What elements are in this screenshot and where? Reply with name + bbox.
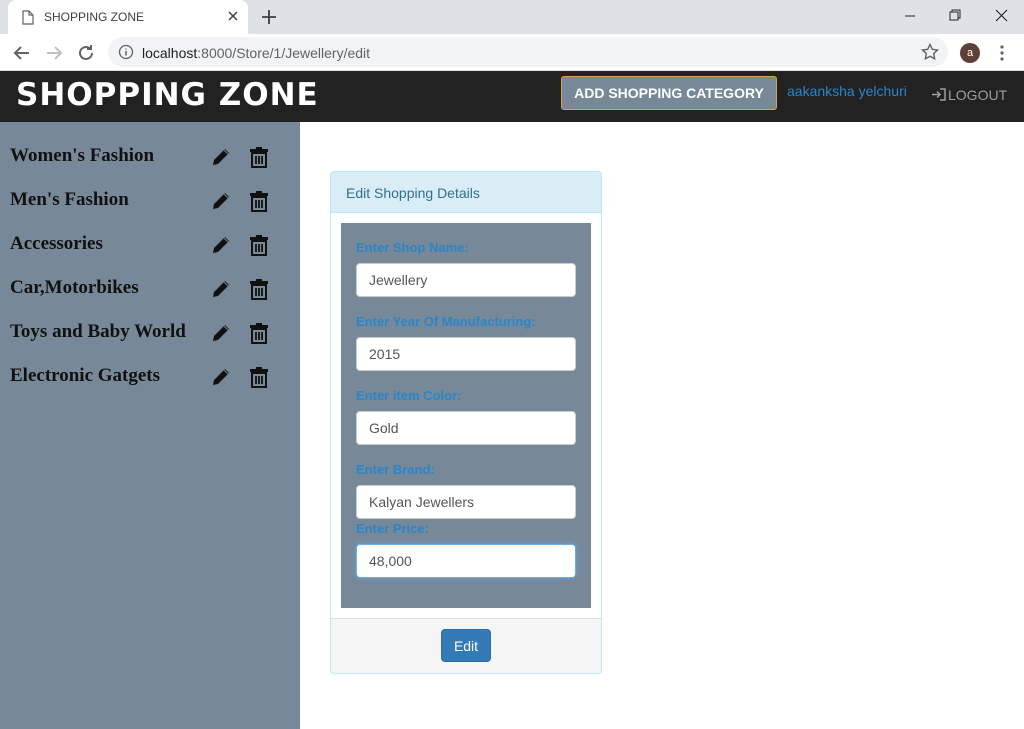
pencil-icon[interactable]: [210, 234, 232, 256]
pencil-icon[interactable]: [210, 146, 232, 168]
sidebar-item-electronic-gatgets[interactable]: Electronic Gatgets: [10, 362, 290, 392]
pencil-icon[interactable]: [210, 322, 232, 344]
shop-name-label: Enter Shop Name:: [356, 240, 469, 255]
url-host: localhost: [142, 45, 198, 61]
price-input[interactable]: [356, 544, 576, 578]
address-bar[interactable]: localhost:8000/Store/1/Jewellery/edit: [108, 37, 948, 67]
panel-heading: Edit Shopping Details: [331, 172, 601, 213]
item-color-input[interactable]: [356, 411, 576, 445]
trash-icon[interactable]: [248, 277, 270, 301]
category-sidebar: Women's Fashion Men's Fashion Accessorie…: [0, 122, 300, 729]
minimize-icon[interactable]: [896, 4, 924, 28]
shop-name-input[interactable]: [356, 263, 576, 297]
bookmark-star-icon[interactable]: [920, 42, 940, 62]
edit-submit-button[interactable]: Edit: [441, 629, 491, 662]
sidebar-item-womens-fashion[interactable]: Women's Fashion: [10, 142, 290, 172]
sidebar-item-car-motorbikes[interactable]: Car,Motorbikes: [10, 274, 290, 304]
restore-icon[interactable]: [941, 4, 969, 28]
trash-icon[interactable]: [248, 321, 270, 345]
trash-icon[interactable]: [248, 233, 270, 257]
close-window-icon[interactable]: [987, 4, 1015, 28]
panel-title: Edit Shopping Details: [346, 185, 480, 201]
pencil-icon[interactable]: [210, 278, 232, 300]
year-of-manufacturing-label: Enter Year Of Manufacturing:: [356, 314, 536, 329]
browser-toolbar: localhost:8000/Store/1/Jewellery/edit a: [0, 34, 1024, 71]
url-path: :8000/Store/1/Jewellery/edit: [197, 45, 371, 61]
add-shopping-category-button[interactable]: ADD SHOPPING CATEGORY: [561, 76, 777, 110]
browser-menu-icon[interactable]: [992, 43, 1012, 63]
log-in-icon: [932, 88, 946, 101]
sidebar-item-label[interactable]: Electronic Gatgets: [10, 365, 160, 387]
trash-icon[interactable]: [248, 365, 270, 389]
price-label: Enter Price:: [356, 521, 429, 536]
item-color-label: Enter item Color:: [356, 388, 462, 403]
logout-link[interactable]: LOGOUT: [931, 87, 1007, 103]
edit-shopping-panel: Edit Shopping Details Enter Shop Name: E…: [330, 171, 602, 674]
profile-avatar[interactable]: a: [960, 43, 980, 63]
sidebar-item-label[interactable]: Women's Fashion: [10, 145, 154, 167]
sidebar-item-mens-fashion[interactable]: Men's Fashion: [10, 186, 290, 216]
username-link[interactable]: aakanksha yelchuri: [787, 83, 907, 99]
pencil-icon[interactable]: [210, 366, 232, 388]
new-tab-icon[interactable]: [258, 6, 280, 28]
pencil-icon[interactable]: [210, 190, 232, 212]
brand-input[interactable]: [356, 485, 576, 519]
browser-tab[interactable]: SHOPPING ZONE: [8, 0, 248, 34]
reload-icon[interactable]: [74, 41, 98, 65]
page-icon: [22, 10, 34, 25]
brand-logo[interactable]: SHOPPING ZONE: [16, 77, 319, 113]
back-arrow-icon[interactable]: [10, 41, 34, 65]
app-navbar: SHOPPING ZONE ADD SHOPPING CATEGORY aaka…: [0, 71, 1024, 122]
sidebar-item-toys-and-baby-world[interactable]: Toys and Baby World: [10, 318, 290, 348]
edit-form: Enter Shop Name: Enter Year Of Manufactu…: [341, 223, 591, 608]
brand-label: Enter Brand:: [356, 462, 435, 477]
year-of-manufacturing-input[interactable]: [356, 337, 576, 371]
tab-title: SHOPPING ZONE: [44, 10, 145, 24]
sidebar-item-label[interactable]: Accessories: [10, 233, 103, 255]
browser-tab-bar: SHOPPING ZONE: [0, 0, 1024, 34]
sidebar-item-label[interactable]: Car,Motorbikes: [10, 277, 139, 299]
logout-label: LOGOUT: [948, 87, 1008, 103]
trash-icon[interactable]: [248, 189, 270, 213]
trash-icon[interactable]: [248, 145, 270, 169]
info-icon[interactable]: [118, 44, 134, 60]
panel-footer: Edit: [331, 618, 601, 673]
sidebar-item-label[interactable]: Toys and Baby World: [10, 321, 186, 343]
close-tab-icon[interactable]: [224, 7, 242, 25]
sidebar-item-accessories[interactable]: Accessories: [10, 230, 290, 260]
forward-arrow-icon[interactable]: [42, 41, 66, 65]
sidebar-item-label[interactable]: Men's Fashion: [10, 189, 129, 211]
url-text: localhost:8000/Store/1/Jewellery/edit: [142, 45, 370, 61]
